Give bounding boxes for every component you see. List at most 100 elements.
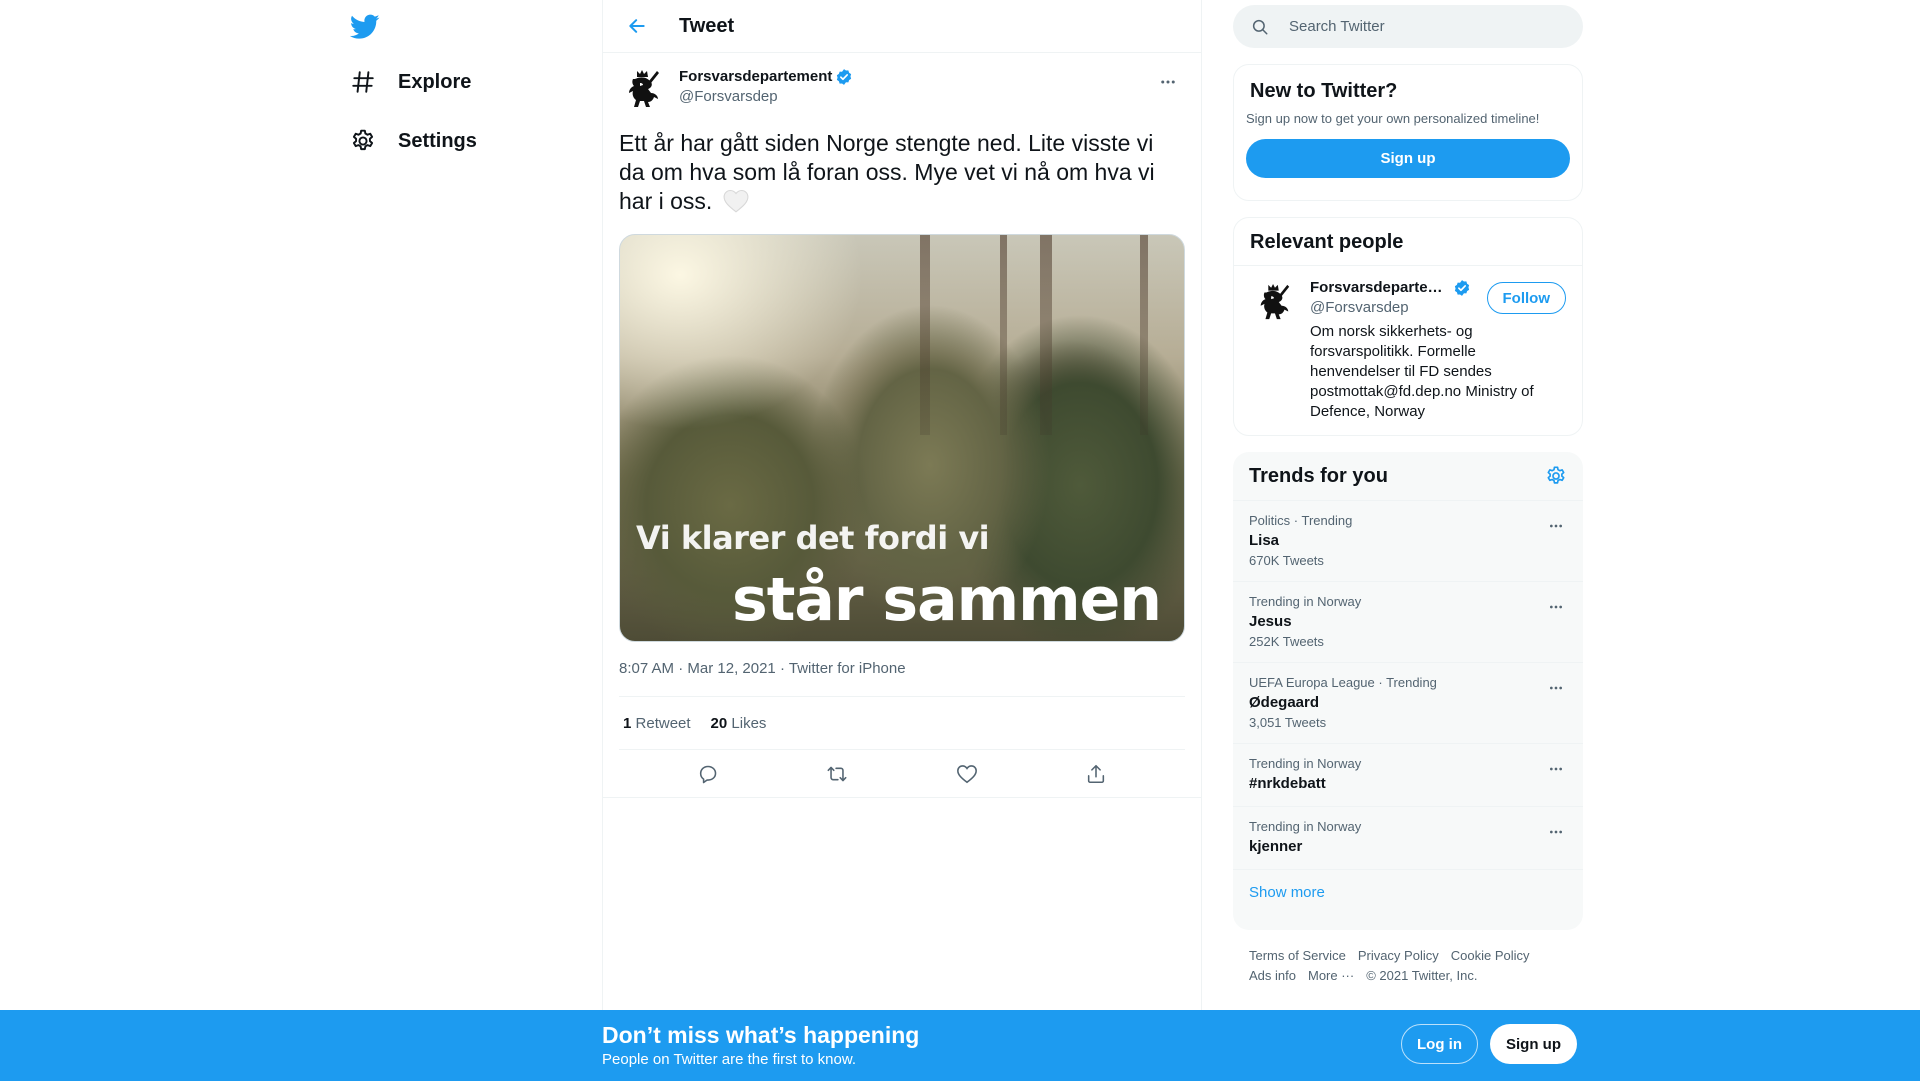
nav-settings-label: Settings (398, 129, 477, 152)
trend-context: Trending in Norway (1249, 756, 1362, 771)
trend-more-button[interactable] (1543, 675, 1569, 701)
trend-item[interactable]: Trending in Norway kjenner (1233, 807, 1583, 870)
tweet-image[interactable]: Vi klarer det fordi vi står sammen (619, 234, 1185, 642)
norwegian-lion-crest-icon (1260, 283, 1290, 320)
gear-icon[interactable] (1545, 465, 1567, 487)
tweet-text: Ett år har gått siden Norge stengte ned.… (619, 129, 1185, 220)
image-caption-line-1: Vi klarer det fordi vi (636, 519, 990, 557)
twitter-bird-icon[interactable] (348, 10, 382, 44)
search-bar[interactable] (1233, 5, 1583, 48)
follow-button[interactable]: Follow (1486, 282, 1566, 314)
more-horizontal-icon (1550, 524, 1562, 528)
author-name[interactable]: Forsvarsdepartement (679, 67, 832, 87)
tweet-timestamp: 8:07 AM · Mar 12, 2021 · Twitter for iPh… (619, 660, 1185, 680)
image-tree-trunk (1000, 235, 1007, 435)
new-to-twitter-card: New to Twitter? Sign up now to get your … (1233, 64, 1583, 201)
back-button[interactable] (619, 8, 655, 44)
person-handle[interactable]: @Forsvarsdep (1310, 298, 1480, 318)
trend-item[interactable]: Trending in Norway #nrkdebatt (1233, 744, 1583, 807)
likes-stat[interactable]: 20 Likes (711, 715, 767, 732)
main-column: Tweet Forsvarsdepartement @Forsvarsdep E… (602, 0, 1202, 1010)
login-button[interactable]: Log in (1401, 1024, 1478, 1064)
footer-link-cookie[interactable]: Cookie Policy (1451, 946, 1530, 966)
tweet-stats: 1 Retweet 20 Likes (619, 696, 1185, 750)
trend-context: Politics · Trending (1249, 513, 1353, 528)
trend-name: Lisa (1249, 532, 1280, 549)
arrow-left-icon (629, 19, 645, 33)
left-navigation: Explore Settings (340, 0, 602, 1010)
relevant-person[interactable]: Forsvarsdeparte… @Forsvarsdep Om norsk s… (1234, 266, 1582, 434)
main-header: Tweet (603, 0, 1201, 53)
sidebar-signup-button[interactable]: Sign up (1246, 139, 1570, 178)
trends-card: Trends for you Politics · Trending Lisa … (1233, 452, 1583, 930)
meta-separator: · (779, 660, 789, 677)
more-horizontal-icon (1550, 767, 1562, 771)
footer-link-ads[interactable]: Ads info (1249, 966, 1296, 986)
trend-more-button[interactable] (1543, 513, 1569, 539)
reply-button[interactable] (690, 756, 726, 792)
retweet-button[interactable] (819, 756, 855, 792)
share-button[interactable] (1078, 756, 1114, 792)
right-sidebar: New to Twitter? Sign up now to get your … (1233, 0, 1583, 986)
tweet: Forsvarsdepartement @Forsvarsdep Ett år … (603, 53, 1201, 798)
avatar[interactable] (1250, 278, 1298, 326)
meta-separator: · (678, 660, 688, 677)
trend-more-button[interactable] (1543, 594, 1569, 620)
footer-link-privacy[interactable]: Privacy Policy (1358, 946, 1439, 966)
hashtag-icon (348, 67, 378, 97)
trend-name: kjenner (1249, 838, 1303, 855)
nav-explore-label: Explore (398, 70, 472, 93)
banner-headline: Don’t miss what’s happening (602, 1022, 920, 1048)
relevant-people-title: Relevant people (1250, 231, 1404, 253)
banner-subtitle: People on Twitter are the first to know. (602, 1051, 857, 1068)
tweet-body: Ett år har gått siden Norge stengte ned.… (619, 130, 1155, 214)
trend-count: 670K Tweets (1249, 553, 1324, 568)
trend-item[interactable]: UEFA Europa League · Trending Ødegaard 3… (1233, 663, 1583, 744)
nav-explore[interactable]: Explore (348, 58, 471, 106)
banner-signup-button[interactable]: Sign up (1490, 1024, 1577, 1064)
trend-context: UEFA Europa League · Trending (1249, 675, 1437, 690)
footer-link-terms[interactable]: Terms of Service (1249, 946, 1346, 966)
tweet-time[interactable]: 8:07 AM (619, 660, 674, 677)
nav-settings[interactable]: Settings (348, 117, 477, 165)
retweets-label: Retweet (635, 714, 691, 732)
trend-more-button[interactable] (1543, 756, 1569, 782)
trend-count: 252K Tweets (1249, 634, 1324, 649)
sidebar-footer: Terms of Service Privacy Policy Cookie Pol… (1233, 946, 1583, 986)
tweet-date[interactable]: Mar 12, 2021 (687, 660, 775, 677)
new-to-twitter-subtitle: Sign up now to get your own personalized… (1246, 111, 1540, 126)
trends-title: Trends for you (1249, 465, 1388, 487)
footer-link-more[interactable]: More ··· (1308, 966, 1354, 986)
show-more-link[interactable]: Show more (1233, 870, 1583, 915)
trend-more-button[interactable] (1543, 819, 1569, 845)
trend-item[interactable]: Trending in Norway Jesus 252K Tweets (1233, 582, 1583, 663)
norwegian-lion-crest-icon (629, 70, 659, 107)
more-horizontal-icon (1550, 605, 1562, 609)
reply-icon (699, 765, 717, 783)
search-input[interactable] (1289, 18, 1549, 35)
tweet-source[interactable]: Twitter for iPhone (789, 660, 906, 677)
retweet-icon (827, 766, 847, 781)
white-heart-emoji (723, 189, 749, 220)
trend-item[interactable]: Politics · Trending Lisa 670K Tweets (1233, 501, 1583, 582)
new-to-twitter-title: New to Twitter? (1250, 80, 1398, 102)
image-caption-line-2: står sammen (732, 565, 1162, 635)
like-button[interactable] (949, 756, 985, 792)
retweets-stat[interactable]: 1 Retweet (623, 715, 691, 732)
person-name[interactable]: Forsvarsdeparte… (1310, 278, 1443, 298)
tweet-actions (603, 750, 1201, 798)
page-title: Tweet (679, 14, 735, 37)
author-handle[interactable]: @Forsvarsdep (679, 87, 853, 107)
tweet-more-button[interactable] (1151, 65, 1185, 99)
likes-count: 20 (710, 714, 728, 732)
trend-name: Jesus (1249, 613, 1292, 630)
trends-header: Trends for you (1233, 452, 1583, 501)
more-horizontal-icon (1550, 830, 1562, 834)
image-tree-trunk (1040, 235, 1052, 435)
tweet-author-row: Forsvarsdepartement @Forsvarsdep (619, 65, 1185, 113)
avatar[interactable] (619, 65, 667, 113)
search-icon (1252, 19, 1268, 34)
gear-icon (348, 126, 378, 156)
share-icon (1088, 764, 1105, 783)
trend-name: #nrkdebatt (1249, 775, 1326, 792)
